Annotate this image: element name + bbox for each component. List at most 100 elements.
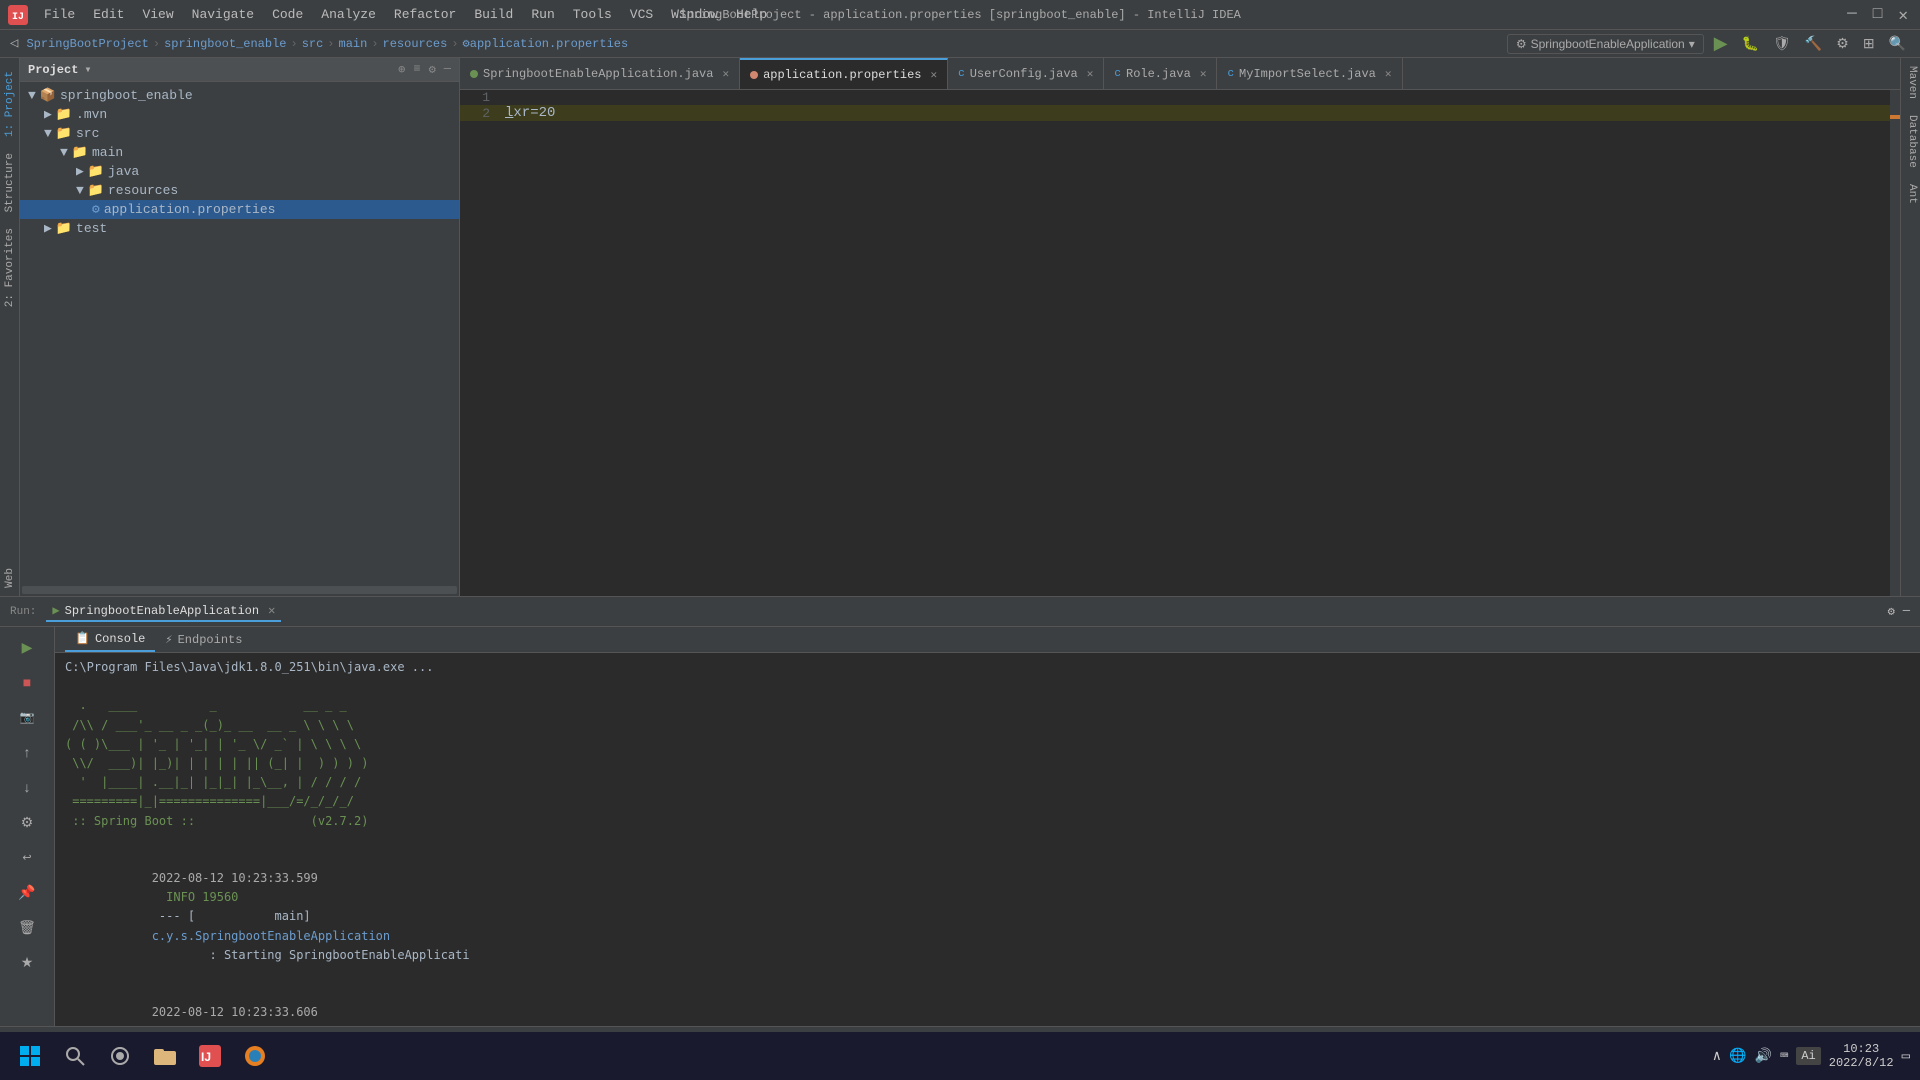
camera-button[interactable]: 📷 xyxy=(12,702,42,732)
breadcrumb-src[interactable]: src xyxy=(302,37,324,51)
breadcrumb-module[interactable]: springboot_enable xyxy=(164,37,286,51)
run-settings-icon[interactable]: ⚙ xyxy=(1888,604,1895,619)
breadcrumb-file[interactable]: application.properties xyxy=(470,37,628,51)
tree-item-resources[interactable]: ▼ 📁 resources xyxy=(20,181,459,200)
tree-item-java[interactable]: ▶ 📁 java xyxy=(20,162,459,181)
stop-button[interactable]: ■ xyxy=(12,667,42,697)
tree-item-mvn[interactable]: ▶ 📁 .mvn xyxy=(20,105,459,124)
menu-build[interactable]: Build xyxy=(466,5,521,24)
tab-close-1[interactable]: ✕ xyxy=(722,67,729,81)
run-button[interactable]: ▶ xyxy=(1710,31,1732,56)
tab-close-4[interactable]: ✕ xyxy=(1200,67,1207,81)
maximize-button[interactable]: □ xyxy=(1869,5,1887,25)
tree-item-main[interactable]: ▼ 📁 main xyxy=(20,143,459,162)
project-panel-dropdown[interactable]: ▾ xyxy=(84,62,91,77)
scroll-down-button[interactable]: ↓ xyxy=(12,772,42,802)
tab-close-3[interactable]: ✕ xyxy=(1087,67,1094,81)
console-output[interactable]: C:\Program Files\Java\jdk1.8.0_251\bin\j… xyxy=(55,653,1920,1026)
tab-close-2[interactable]: ✕ xyxy=(931,68,938,82)
menu-navigate[interactable]: Navigate xyxy=(184,5,262,24)
tab-dot-green xyxy=(470,70,478,78)
layout-button[interactable]: ⊞ xyxy=(1859,33,1879,54)
run-config-label: SpringbootEnableApplication xyxy=(1531,37,1685,51)
file-explorer-button[interactable] xyxy=(145,1036,185,1076)
breadcrumb-resources[interactable]: resources xyxy=(383,37,448,51)
run-tab-app[interactable]: ▶ SpringbootEnableApplication ✕ xyxy=(46,601,281,622)
run-minimize-icon[interactable]: ─ xyxy=(1903,604,1910,619)
tab-label-1: SpringbootEnableApplication.java xyxy=(483,67,713,81)
chevron-up-tray-icon[interactable]: ∧ xyxy=(1713,1048,1721,1065)
wrap-button[interactable]: ↩ xyxy=(12,842,42,872)
console-line-0: C:\Program Files\Java\jdk1.8.0_251\bin\j… xyxy=(65,658,1910,677)
run-config-dropdown[interactable]: ⚙ SpringbootEnableApplication ▾ xyxy=(1507,34,1704,54)
clock[interactable]: 10:23 2022/8/12 xyxy=(1829,1042,1894,1070)
keyboard-icon[interactable]: ⌨ xyxy=(1780,1048,1788,1065)
tree-item-src[interactable]: ▼ 📁 src xyxy=(20,124,459,143)
run-tab-close[interactable]: ✕ xyxy=(268,603,275,618)
debug-button[interactable]: 🐛 xyxy=(1738,33,1763,54)
pin-button[interactable]: 📌 xyxy=(12,877,42,907)
start-button[interactable] xyxy=(10,1036,50,1076)
minimize-panel-icon[interactable]: ─ xyxy=(444,62,451,77)
tab-close-5[interactable]: ✕ xyxy=(1385,67,1392,81)
star-button[interactable]: ★ xyxy=(12,947,42,977)
right-tab-maven[interactable]: Maven xyxy=(1901,58,1920,107)
tab-role[interactable]: c Role.java ✕ xyxy=(1104,58,1217,89)
sidebar-tab-project[interactable]: 1: Project xyxy=(2,63,18,145)
spring-banner-2: /\\ / ___'_ __ _ _(_)_ __ __ _ \ \ \ \ xyxy=(65,716,1910,735)
settings-icon[interactable]: ⚙ xyxy=(429,62,436,77)
intellij-taskbar-button[interactable]: IJ xyxy=(190,1036,230,1076)
locate-icon[interactable]: ⊕ xyxy=(398,62,405,77)
menu-code[interactable]: Code xyxy=(264,5,311,24)
settings-run-button[interactable]: ⚙ xyxy=(12,807,42,837)
firefox-taskbar-button[interactable] xyxy=(235,1036,275,1076)
project-scrollbar[interactable] xyxy=(22,586,457,594)
sidebar-tab-web[interactable]: Web xyxy=(2,560,18,596)
menu-tools[interactable]: Tools xyxy=(565,5,620,24)
tab-userconfig[interactable]: c UserConfig.java ✕ xyxy=(948,58,1104,89)
task-view-button[interactable] xyxy=(100,1036,140,1076)
menu-refactor[interactable]: Refactor xyxy=(386,5,464,24)
sidebar-tab-structure[interactable]: Structure xyxy=(2,145,18,220)
breadcrumb-main[interactable]: main xyxy=(339,37,368,51)
show-desktop-button[interactable]: ▭ xyxy=(1902,1048,1910,1065)
search-toolbar-button[interactable]: 🔍 xyxy=(1885,33,1910,54)
tree-label-src: src xyxy=(76,126,99,141)
tab-myimportselect[interactable]: c MyImportSelect.java ✕ xyxy=(1217,58,1402,89)
console-tab[interactable]: 📋 Console xyxy=(65,627,155,652)
menu-edit[interactable]: Edit xyxy=(85,5,132,24)
menu-file[interactable]: File xyxy=(36,5,83,24)
menu-vcs[interactable]: VCS xyxy=(622,5,661,24)
tab-springboot-enable-app[interactable]: SpringbootEnableApplication.java ✕ xyxy=(460,58,740,89)
minimize-button[interactable]: ─ xyxy=(1843,5,1861,25)
tree-item-appprops[interactable]: ⚙ application.properties xyxy=(20,200,459,219)
sidebar-tab-favorites[interactable]: 2: Favorites xyxy=(2,220,18,315)
rerun-button[interactable]: ▶ xyxy=(12,632,42,662)
right-tab-database[interactable]: Database xyxy=(1901,107,1920,176)
build-button[interactable]: 🔨 xyxy=(1801,33,1826,54)
trash-button[interactable]: 🗑 xyxy=(12,912,42,942)
run-with-coverage-button[interactable]: 🛡 xyxy=(1769,33,1795,54)
search-taskbar-button[interactable] xyxy=(55,1036,95,1076)
tree-item-root[interactable]: ▼ 📦 springboot_enable xyxy=(20,86,459,105)
menu-analyze[interactable]: Analyze xyxy=(313,5,384,24)
editor-content[interactable]: 1 2 lxr=20 xyxy=(460,90,1900,596)
window-title: SpringBootProject - application.properti… xyxy=(679,8,1241,22)
network-icon[interactable]: 🌐 xyxy=(1729,1048,1746,1065)
scroll-up-button[interactable]: ↑ xyxy=(12,737,42,767)
endpoints-tab[interactable]: ⚡ Endpoints xyxy=(155,627,252,652)
date-display: 2022/8/12 xyxy=(1829,1056,1894,1070)
breadcrumb-project[interactable]: SpringBootProject xyxy=(26,37,148,51)
line-content-2[interactable]: lxr=20 xyxy=(500,105,1900,121)
tree-item-test[interactable]: ▶ 📁 test xyxy=(20,219,459,238)
back-button[interactable]: ◁ xyxy=(10,35,18,52)
right-tab-ant[interactable]: Ant xyxy=(1901,176,1920,212)
volume-icon[interactable]: 🔊 xyxy=(1754,1048,1771,1065)
collapse-icon[interactable]: ≡ xyxy=(413,62,420,77)
close-button[interactable]: ✕ xyxy=(1894,5,1912,25)
menu-view[interactable]: View xyxy=(134,5,181,24)
tab-app-properties[interactable]: application.properties ✕ xyxy=(740,58,948,89)
settings-button[interactable]: ⚙ xyxy=(1832,33,1853,54)
spring-banner-6: =========|_|==============|___/=/_/_/_/ xyxy=(65,792,1910,811)
menu-run[interactable]: Run xyxy=(523,5,562,24)
